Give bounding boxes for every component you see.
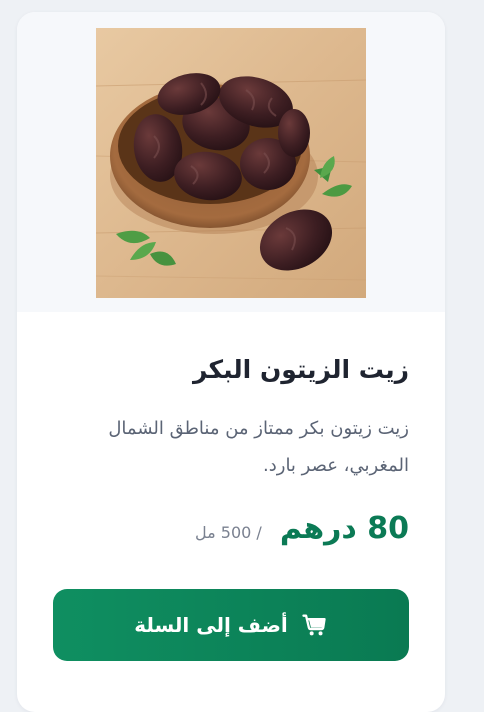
add-to-cart-label: أضف إلى السلة xyxy=(134,613,288,637)
product-image-panel xyxy=(17,12,445,312)
price-row: 80 درهم / 500 مل xyxy=(195,509,409,549)
cart-icon xyxy=(302,614,326,636)
product-card: زيت الزيتون البكر زيت زيتون بكر ممتاز من… xyxy=(17,12,445,712)
add-to-cart-button[interactable]: أضف إلى السلة xyxy=(53,589,409,661)
product-price: 80 درهم xyxy=(279,511,409,546)
product-description: زيت زيتون بكر ممتاز من مناطق الشمال المغ… xyxy=(108,418,409,476)
product-unit: / 500 مل xyxy=(195,523,262,542)
product-title: زيت الزيتون البكر xyxy=(192,355,409,384)
product-image[interactable] xyxy=(96,28,366,298)
